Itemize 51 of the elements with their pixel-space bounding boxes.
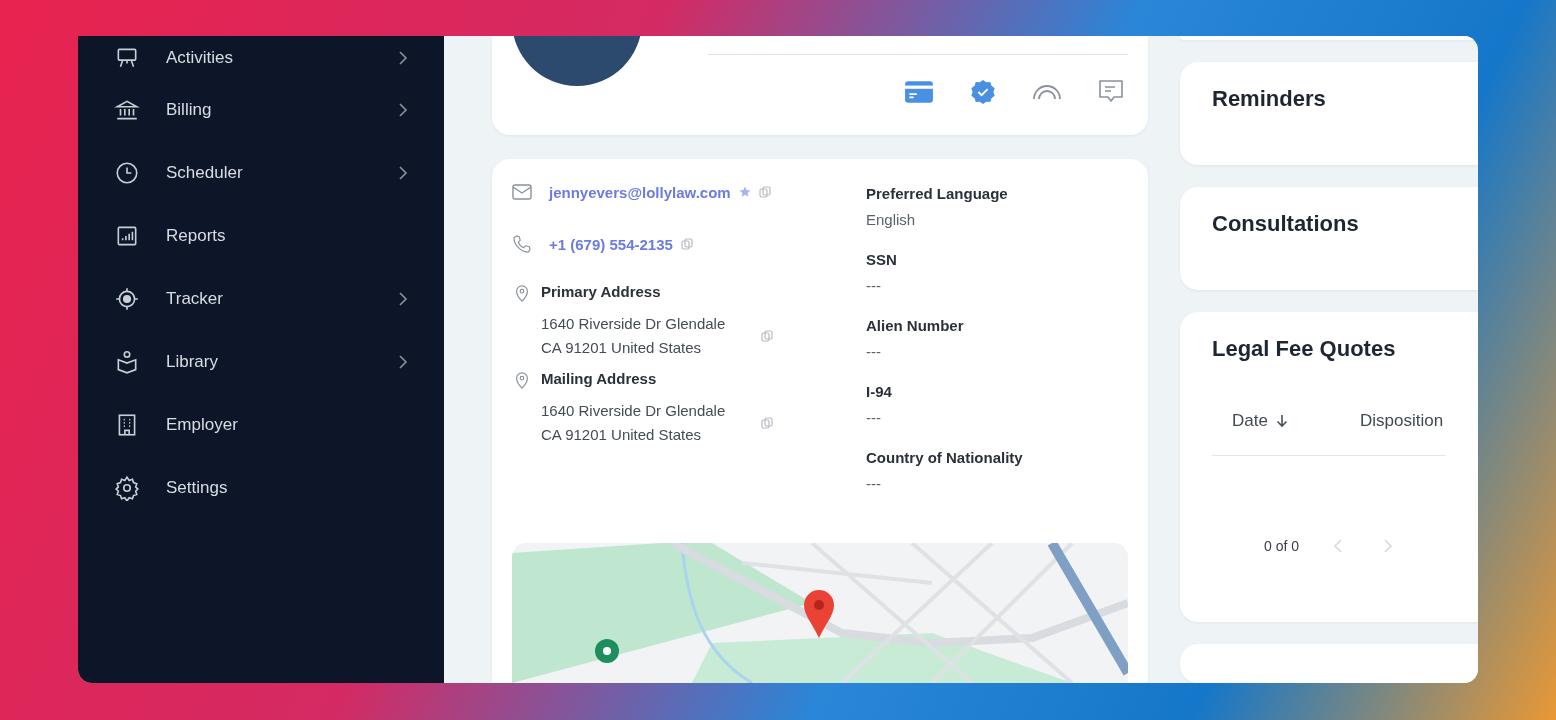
address-label: Mailing Address xyxy=(541,370,658,387)
field-value: --- xyxy=(866,474,882,494)
mail-icon xyxy=(512,183,532,201)
sidebar-item[interactable]: Reports xyxy=(114,204,408,267)
sidebar-item[interactable]: Settings xyxy=(114,456,408,519)
field-label: I-94 xyxy=(866,383,893,402)
column-header[interactable]: Date xyxy=(1212,410,1360,431)
page-range: 0 of 0 xyxy=(1264,537,1300,554)
field-label: SSN xyxy=(866,251,898,270)
address-text: 1640 Riverside Dr Glendale CA 91201 United States xyxy=(541,314,726,358)
phone-link[interactable]: +1 (679) 554-2135 xyxy=(549,235,673,253)
sidebar-item-label: Reports xyxy=(166,225,227,246)
sidebar-item-label: Activities xyxy=(166,48,235,68)
field-value: --- xyxy=(866,408,882,428)
copy-icon[interactable] xyxy=(761,330,774,342)
sidebar-item-label: Settings xyxy=(166,477,229,498)
copy-icon[interactable] xyxy=(680,238,693,250)
field-value: English xyxy=(866,210,917,230)
star-icon[interactable] xyxy=(738,186,751,198)
card-title: Consultations xyxy=(1212,210,1360,237)
sidebar-item[interactable]: Activities xyxy=(114,38,408,78)
sidebar-item[interactable]: Tracker xyxy=(114,267,408,330)
card-title: Legal Fee Quotes xyxy=(1212,335,1397,362)
verified-badge-icon[interactable] xyxy=(968,79,998,105)
copy-icon[interactable] xyxy=(761,417,774,429)
target-icon xyxy=(114,285,140,312)
sidebar-item[interactable]: Scheduler xyxy=(114,141,408,204)
sidebar-item-label: Scheduler xyxy=(166,162,244,183)
sidebar-item-label: Billing xyxy=(166,99,213,120)
email-link[interactable]: jennyevers@lollylaw.com xyxy=(549,183,731,201)
field-label: Alien Number xyxy=(866,317,965,336)
sidebar-item[interactable]: Library xyxy=(114,330,408,393)
sidebar-item-label: Tracker xyxy=(166,288,224,309)
field-label: Preferred Language xyxy=(866,185,1009,204)
sidebar-item-label: Employer xyxy=(166,414,239,435)
address-text: 1640 Riverside Dr Glendale CA 91201 United States xyxy=(541,401,726,445)
copy-icon[interactable] xyxy=(758,186,771,198)
column-header[interactable]: Disposition xyxy=(1360,410,1444,431)
settings-icon xyxy=(114,474,140,501)
clock-icon xyxy=(114,159,140,186)
credit-card-icon[interactable] xyxy=(904,79,934,105)
address-label: Primary Address xyxy=(541,283,662,300)
field-value: --- xyxy=(866,276,882,296)
card-title: Reminders xyxy=(1212,85,1327,112)
chat-icon[interactable] xyxy=(1096,79,1126,105)
field-label: Country of Nationality xyxy=(866,449,1023,468)
sidebar-item-label: Library xyxy=(166,351,219,372)
sidebar-item[interactable]: Billing xyxy=(114,78,408,141)
sidebar-item[interactable]: Employer xyxy=(114,393,408,456)
field-value: --- xyxy=(866,342,882,362)
phone-icon xyxy=(512,235,532,253)
